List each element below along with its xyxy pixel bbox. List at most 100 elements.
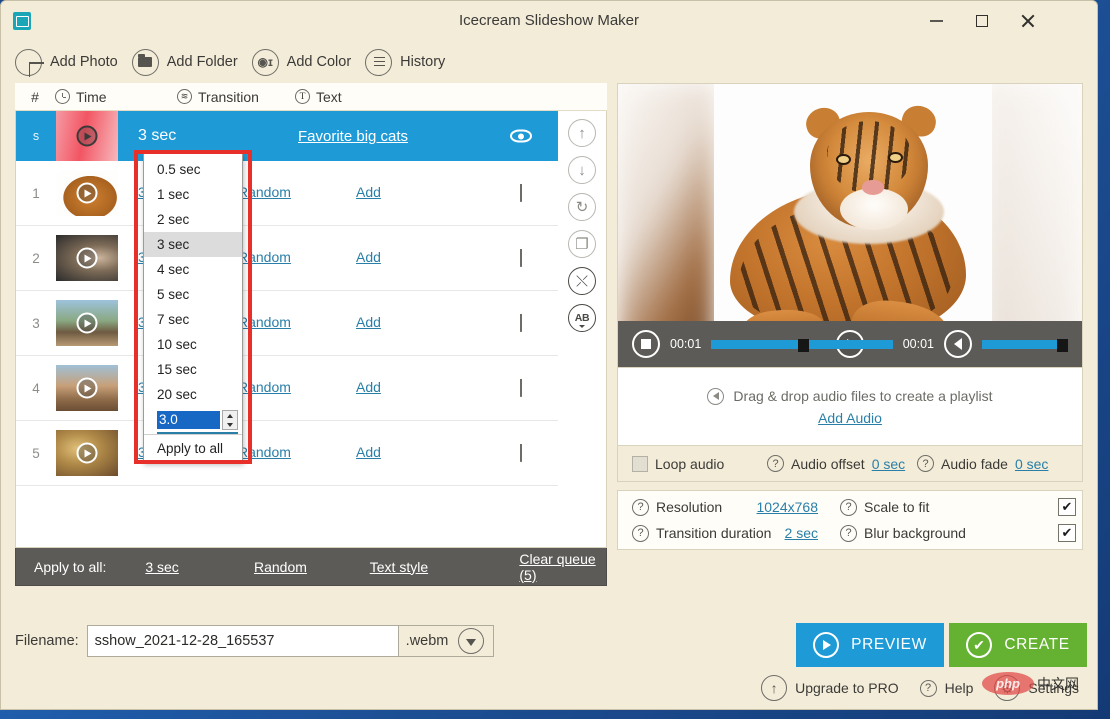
slide-thumbnail[interactable] [56,430,118,476]
slide-transition[interactable]: Random [238,444,356,462]
slide-thumbnail[interactable] [56,235,118,281]
eye-icon[interactable] [510,130,532,143]
audio-fade-option[interactable]: ? Audio fade 0 sec [917,455,1048,472]
slideshow-thumbnail[interactable] [56,111,118,161]
slide-text[interactable]: Add [356,249,476,267]
dropdown-option[interactable]: 1 sec [144,182,242,207]
arrow-up-icon[interactable]: ↑ [568,119,596,147]
question-icon[interactable]: ? [632,499,649,516]
slide-transition[interactable]: Random [238,379,356,397]
header-transition[interactable]: ≋ Transition [177,89,295,105]
stepper-buttons[interactable] [222,410,238,430]
dropdown-option[interactable]: 7 sec [144,307,242,332]
minimize-icon[interactable] [913,1,959,41]
custom-duration-input[interactable]: 3.0 [157,411,220,429]
dropdown-option[interactable]: 10 sec [144,332,242,357]
slide-text[interactable]: Add [356,444,476,462]
slide-transition[interactable]: Random [238,314,356,332]
resolution-setting[interactable]: ? Resolution 1024x768 [632,494,840,520]
add-color-button[interactable]: ◉ɪ Add Color [252,47,361,78]
rotate-icon[interactable]: ↻ [568,193,596,221]
speaker-icon[interactable] [944,330,972,358]
slide-transition[interactable]: Random [238,249,356,267]
blur-background-checkbox[interactable]: ✔ [1058,524,1076,542]
slide-text[interactable]: Add [356,184,476,202]
question-icon[interactable]: ? [767,455,784,472]
time-dropdown-menu[interactable]: 0.5 sec 1 sec 2 sec 3 sec 4 sec 5 sec 7 … [143,153,243,463]
table-row[interactable]: 2 3 sec Random Add [16,226,558,291]
apply-to-all-option[interactable]: Apply to all [144,434,242,461]
stop-icon[interactable] [632,330,660,358]
upgrade-to-pro-button[interactable]: ↑ Upgrade to PRO [761,675,899,701]
question-icon[interactable]: ? [840,499,857,516]
add-photo-button[interactable]: Add Photo [15,47,128,78]
preview-button[interactable]: PREVIEW [796,623,944,667]
dropdown-option[interactable]: 5 sec [144,282,242,307]
chevron-down-icon[interactable] [458,628,484,654]
help-button[interactable]: ? Help [920,680,974,697]
shuffle-icon[interactable]: ⤬ [568,267,596,295]
transition-duration-setting[interactable]: ? Transition duration 2 sec [632,520,840,546]
apply-transition-link[interactable]: Random [254,559,307,575]
add-audio-link[interactable]: Add Audio [818,410,882,426]
extension-selector[interactable]: .webm [399,625,495,657]
loop-audio-checkbox[interactable] [632,456,648,472]
header-text[interactable]: T Text [295,89,342,105]
dropdown-option[interactable]: 15 sec [144,357,242,382]
trash-icon[interactable] [520,444,536,462]
scale-to-fit-checkbox[interactable]: ✔ [1058,498,1076,516]
loop-audio-option[interactable]: Loop audio [632,456,767,472]
dropdown-option-selected[interactable]: 3 sec [144,232,242,257]
trash-icon[interactable] [520,184,536,202]
table-row[interactable]: 4 3 sec Random Add [16,356,558,421]
volume-slider[interactable] [982,340,1068,349]
clear-queue-link[interactable]: Clear queue (5) [519,551,595,583]
dropdown-option[interactable]: 4 sec [144,257,242,282]
duplicate-icon[interactable]: ❐ [568,230,596,258]
slideshow-title[interactable]: Favorite big cats [298,128,408,145]
arrow-down-icon[interactable]: ↓ [568,156,596,184]
audio-offset-value[interactable]: 0 sec [872,456,905,472]
custom-duration-stepper[interactable]: 3.0 [157,408,238,434]
seek-slider[interactable] [711,340,892,349]
audio-fade-value[interactable]: 0 sec [1015,456,1048,472]
create-button[interactable]: ✔ CREATE [949,623,1087,667]
scale-to-fit-setting[interactable]: ? Scale to fit ✔ [840,494,1082,520]
question-icon[interactable]: ? [632,525,649,542]
header-time[interactable]: Time [55,89,177,105]
transition-duration-value[interactable]: 2 sec [785,525,818,541]
resolution-value[interactable]: 1024x768 [756,499,818,515]
dropdown-option[interactable]: 2 sec [144,207,242,232]
slide-thumbnail[interactable] [56,365,118,411]
add-folder-button[interactable]: Add Folder [132,47,248,78]
slide-transition[interactable]: Random [238,184,356,202]
row-number: s [16,129,56,143]
slideshow-summary-row[interactable]: s 3 sec Favorite big cats [16,111,558,161]
preview-viewport[interactable]: 00:01 00:01 [617,83,1083,368]
table-row[interactable]: 3 3 sec Random Add [16,291,558,356]
slide-thumbnail[interactable] [56,300,118,346]
slide-text[interactable]: Add [356,379,476,397]
text-style-link[interactable]: Text style [370,559,428,575]
sort-ab-icon[interactable]: AB [568,304,596,332]
question-icon[interactable]: ? [917,455,934,472]
blur-background-setting[interactable]: ? Blur background ✔ [840,520,1082,546]
trash-icon[interactable] [520,379,536,397]
dropdown-option[interactable]: 0.5 sec [144,157,242,182]
trash-icon[interactable] [520,249,536,267]
question-icon[interactable]: ? [840,525,857,542]
dropdown-option[interactable]: 20 sec [144,382,242,407]
table-row[interactable]: 1 3 sec Random Add [16,161,558,226]
audio-dropzone[interactable]: Drag & drop audio files to create a play… [617,368,1083,446]
apply-time-link[interactable]: 3 sec [145,559,178,575]
trash-icon[interactable] [520,314,536,332]
slide-text[interactable]: Add [356,314,476,332]
filename-input[interactable] [87,625,399,657]
audio-offset-option[interactable]: ? Audio offset 0 sec [767,455,917,472]
close-icon[interactable] [1005,1,1051,41]
table-row[interactable]: 5 3 sec Random Add [16,421,558,486]
slide-thumbnail[interactable] [56,170,118,216]
maximize-icon[interactable] [959,1,1005,41]
slideshow-time[interactable]: 3 sec [118,127,238,145]
history-button[interactable]: History [365,47,455,78]
